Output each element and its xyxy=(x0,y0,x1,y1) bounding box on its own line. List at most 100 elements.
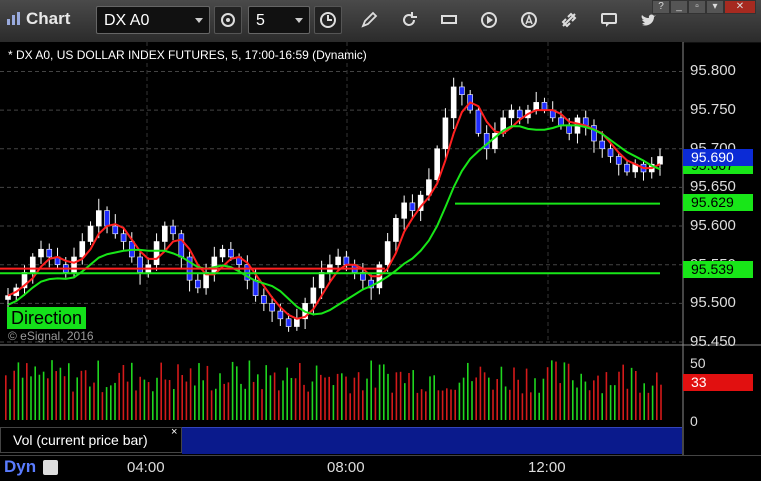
play-icon[interactable] xyxy=(480,11,498,29)
volume-bar xyxy=(345,376,347,420)
volume-bar xyxy=(55,371,57,420)
link-icon[interactable] xyxy=(560,11,578,29)
volume-bar xyxy=(265,365,267,420)
interval-settings-button[interactable] xyxy=(214,6,242,34)
symbol-value: DX A0 xyxy=(104,12,150,29)
volume-bar xyxy=(630,367,633,420)
volume-bar xyxy=(223,383,225,420)
chevron-down-icon[interactable] xyxy=(295,18,303,23)
volume-bar xyxy=(538,392,540,420)
candle-body xyxy=(393,218,399,242)
direction-study-label[interactable]: Direction xyxy=(7,307,87,329)
time-mode-icon[interactable] xyxy=(43,460,58,475)
volume-bar xyxy=(483,372,486,420)
volume-bar xyxy=(496,379,498,420)
volume-bar xyxy=(173,388,175,420)
help-button[interactable]: ? xyxy=(652,0,670,14)
volume-bar xyxy=(244,388,246,420)
volume-bar xyxy=(420,389,423,420)
volume-bar xyxy=(572,380,574,420)
candle-body xyxy=(211,256,218,273)
time-template-button[interactable] xyxy=(314,6,342,34)
volume-bar xyxy=(555,361,557,420)
candle-body xyxy=(195,279,201,289)
volume-bar xyxy=(626,388,629,420)
symbol-input[interactable]: DX A0 xyxy=(96,6,210,34)
minimize-button[interactable]: _ xyxy=(670,0,688,14)
volume-bar xyxy=(261,389,263,420)
time-tick: 08:00 xyxy=(327,459,365,476)
volume-bar xyxy=(294,378,297,420)
candle-body xyxy=(566,125,573,134)
candle-body xyxy=(343,256,350,266)
gear-icon xyxy=(221,13,235,27)
volume-bar xyxy=(118,372,120,420)
candle-body xyxy=(112,225,119,235)
window-title-text: Chart xyxy=(26,9,71,28)
price-tick: 95.800 xyxy=(690,62,736,80)
volume-bar xyxy=(76,377,78,420)
volume-bar xyxy=(68,363,70,420)
pencil-icon[interactable] xyxy=(360,11,378,29)
volume-bar xyxy=(374,387,377,420)
volume-study-label[interactable]: Vol (current price bar) xyxy=(0,427,182,453)
refresh-icon[interactable] xyxy=(400,11,418,29)
toolbar: Chart DX A0 5 ? _ ▫ ▾ ✕ xyxy=(0,0,761,43)
volume-bar xyxy=(189,368,192,420)
candle-body xyxy=(541,102,548,111)
comment-icon[interactable] xyxy=(600,11,618,29)
chart-window: Chart DX A0 5 ? _ ▫ ▾ ✕ * DX A0, US DOLL… xyxy=(0,0,761,481)
candle-body xyxy=(384,241,391,266)
volume-bar xyxy=(479,366,482,420)
volume-bar xyxy=(164,379,167,420)
lower-line-tag: 95.539 xyxy=(683,261,753,278)
pin-button[interactable]: ▾ xyxy=(706,0,724,14)
volume-bar xyxy=(34,366,36,420)
volume-bar xyxy=(282,380,284,420)
volume-bar xyxy=(412,370,414,420)
chevron-down-icon[interactable] xyxy=(195,18,203,23)
price-pane xyxy=(0,42,683,342)
volume-bar xyxy=(5,375,7,420)
volume-bar xyxy=(110,385,112,420)
volume-bar xyxy=(446,388,448,420)
interval-input[interactable]: 5 xyxy=(248,6,310,34)
price-chart[interactable] xyxy=(0,42,761,455)
candle-body xyxy=(607,148,614,157)
volume-bar xyxy=(546,367,549,420)
volume-bar xyxy=(647,392,650,420)
volume-bar xyxy=(206,365,209,420)
volume-bar xyxy=(551,360,553,420)
alert-icon[interactable] xyxy=(520,11,538,29)
time-mode-label[interactable]: Dyn xyxy=(4,457,36,477)
volume-bar xyxy=(236,366,238,420)
price-tick: 95.750 xyxy=(690,101,736,119)
volume-bar xyxy=(387,373,389,420)
candle-body xyxy=(219,248,226,258)
candle-body xyxy=(46,248,53,258)
volume-bar xyxy=(9,389,11,420)
time-axis[interactable] xyxy=(0,455,761,481)
candle-body xyxy=(178,233,185,258)
chart-info-line: * DX A0, US DOLLAR INDEX FUTURES, 5, 17:… xyxy=(8,48,367,62)
get-data-icon[interactable] xyxy=(440,11,458,29)
volume-bar xyxy=(269,375,272,420)
candle-body xyxy=(79,241,86,258)
candle-body xyxy=(71,256,77,273)
volume-bar xyxy=(315,365,318,420)
restore-button[interactable]: ▫ xyxy=(688,0,706,14)
volume-bar xyxy=(425,391,427,420)
volume-bar xyxy=(618,371,620,420)
volume-bar xyxy=(210,390,213,420)
volume-bar xyxy=(303,384,305,420)
candle-body xyxy=(615,156,622,165)
volume-bar xyxy=(513,367,515,420)
volume-bar xyxy=(408,373,410,420)
close-icon[interactable]: × xyxy=(171,426,177,438)
close-button[interactable]: ✕ xyxy=(724,0,756,14)
volume-bar xyxy=(341,373,343,420)
volume-bar xyxy=(370,360,372,420)
volume-bar xyxy=(114,382,116,420)
volume-bar xyxy=(311,381,314,420)
volume-bar xyxy=(51,360,53,420)
